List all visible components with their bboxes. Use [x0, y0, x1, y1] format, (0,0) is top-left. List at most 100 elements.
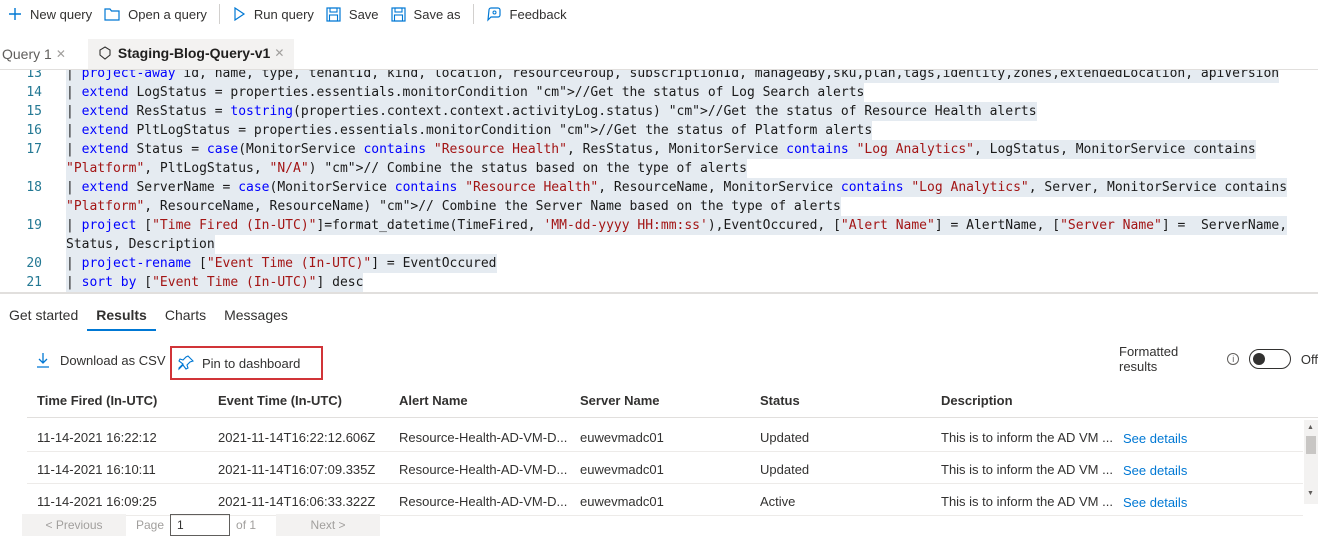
- toolbar-divider: [472, 4, 474, 24]
- line-number: 18: [26, 180, 42, 195]
- page-label: Page: [136, 518, 165, 532]
- scroll-down-icon[interactable]: ▼: [1307, 490, 1314, 497]
- code-text: | extend LogStatus = properties.essentia…: [66, 83, 865, 102]
- tab-get-started[interactable]: Get started: [0, 297, 87, 331]
- new-query-button[interactable]: New query: [2, 1, 98, 27]
- table-row[interactable]: 11-14-2021 16:22:12 2021-11-14T16:22:12.…: [27, 420, 1303, 452]
- pin-to-dashboard-button[interactable]: Pin to dashboard: [170, 346, 323, 380]
- see-details-link[interactable]: See details: [1123, 495, 1187, 510]
- tab-messages[interactable]: Messages: [215, 297, 297, 331]
- column-header[interactable]: Time Fired (In-UTC): [37, 393, 157, 408]
- previous-page-button[interactable]: < Previous: [22, 514, 126, 536]
- line-number: 19: [26, 218, 42, 233]
- line-number: 15: [26, 104, 42, 119]
- open-query-button[interactable]: Open a query: [98, 1, 213, 27]
- save-label: Save: [348, 6, 379, 22]
- query-editor[interactable]: 13 | project-away id, name, type, tenantI…: [0, 70, 1318, 292]
- time-fired-cell: 11-14-2021 16:09:25: [37, 494, 157, 509]
- results-scrollbar[interactable]: ▲ ▼: [1304, 420, 1318, 504]
- code-line[interactable]: 15 | extend ResStatus = tostring(properti…: [0, 102, 1318, 121]
- code-line[interactable]: "Platform", PltLogStatus, "N/A") "cm">//…: [0, 159, 1318, 178]
- page-count-label: of 1: [236, 518, 257, 532]
- save-as-button[interactable]: Save as: [385, 1, 467, 27]
- scroll-up-icon[interactable]: ▲: [1307, 424, 1314, 431]
- status-cell: Updated: [760, 462, 810, 477]
- code-text: | project-rename ["Event Time (In-UTC)"]…: [66, 254, 497, 273]
- code-line[interactable]: 17 | extend Status = case(MonitorService …: [0, 140, 1318, 159]
- feedback-button[interactable]: Feedback: [480, 1, 573, 27]
- download-csv-button[interactable]: Download as CSV: [36, 352, 166, 368]
- column-header[interactable]: Server Name: [580, 393, 660, 408]
- formatted-results-toggle[interactable]: [1249, 349, 1291, 369]
- tab-query-1[interactable]: Query 1 ✕: [0, 39, 74, 69]
- code-line[interactable]: Status, Description: [0, 235, 1318, 254]
- open-query-label: Open a query: [128, 6, 207, 22]
- tab-label: Staging-Blog-Query-v1: [117, 45, 271, 61]
- tab-results[interactable]: Results: [87, 297, 156, 331]
- splitter[interactable]: [0, 292, 1318, 294]
- results-tabs: Get started Results Charts Messages: [0, 296, 297, 332]
- column-header[interactable]: Description: [941, 393, 1013, 408]
- page-select[interactable]: 1: [170, 514, 231, 536]
- line-number: 20: [26, 256, 42, 271]
- code-line[interactable]: 14 | extend LogStatus = properties.essent…: [0, 83, 1318, 102]
- server-name-cell: euwevmadc01: [580, 494, 664, 509]
- folder-icon: [104, 8, 120, 21]
- shared-query-icon: [99, 46, 111, 60]
- code-text: | extend ResStatus = tostring(properties…: [66, 102, 1037, 121]
- table-header: Time Fired (In-UTC) Event Time (In-UTC) …: [27, 386, 1318, 418]
- download-csv-label: Download as CSV: [60, 352, 166, 368]
- tab-charts[interactable]: Charts: [156, 297, 215, 331]
- code-text: | extend ServerName = case(MonitorServic…: [66, 178, 1288, 197]
- query-tabs: Query 1 ✕ Staging-Blog-Query-v1 ✕: [0, 38, 1318, 70]
- code-line[interactable]: 21 | sort by ["Event Time (In-UTC)"] desc: [0, 273, 1318, 292]
- see-details-link[interactable]: See details: [1123, 463, 1187, 478]
- server-name-cell: euwevmadc01: [580, 462, 664, 477]
- close-icon[interactable]: ✕: [274, 46, 284, 60]
- save-as-icon: [390, 6, 406, 22]
- alert-name-cell: Resource-Health-AD-VM-D...: [399, 430, 568, 445]
- code-text: | extend PltLogStatus = properties.essen…: [66, 121, 873, 140]
- code-text: "Platform", ResourceName, ResourceName) …: [66, 197, 841, 216]
- info-icon[interactable]: i: [1227, 353, 1240, 365]
- tab-label: Query 1: [2, 46, 52, 62]
- status-cell: Updated: [760, 430, 810, 445]
- download-icon: [37, 353, 49, 368]
- column-header[interactable]: Alert Name: [399, 393, 468, 408]
- page-select-value: 1: [177, 518, 184, 532]
- description-cell: This is to inform the AD VM ...: [941, 430, 1113, 445]
- code-line[interactable]: 18 | extend ServerName = case(MonitorServ…: [0, 178, 1318, 197]
- code-line[interactable]: "Platform", ResourceName, ResourceName) …: [0, 197, 1318, 216]
- play-icon: [234, 7, 246, 21]
- table-row[interactable]: 11-14-2021 16:10:11 2021-11-14T16:07:09.…: [27, 452, 1303, 484]
- save-button[interactable]: Save: [320, 1, 385, 27]
- column-header[interactable]: Status: [760, 393, 800, 408]
- pin-icon: [178, 355, 194, 371]
- toggle-state-label: Off: [1300, 351, 1318, 367]
- run-query-button[interactable]: Run query: [226, 1, 320, 27]
- scroll-thumb[interactable]: [1306, 436, 1316, 454]
- code-line[interactable]: 16 | extend PltLogStatus = properties.ess…: [0, 121, 1318, 140]
- description-cell: This is to inform the AD VM ...: [941, 494, 1113, 509]
- alert-name-cell: Resource-Health-AD-VM-D...: [399, 462, 568, 477]
- formatted-results-control: Formatted results i Off: [1119, 344, 1318, 374]
- code-line[interactable]: 19 | project ["Time Fired (In-UTC)"]=form…: [0, 216, 1318, 235]
- toggle-knob: [1253, 353, 1266, 365]
- line-number: 16: [26, 123, 42, 138]
- code-line[interactable]: 13 | project-away id, name, type, tenantI…: [0, 70, 1318, 83]
- next-page-button[interactable]: Next >: [276, 514, 381, 536]
- table-row[interactable]: 11-14-2021 16:09:25 2021-11-14T16:06:33.…: [27, 484, 1303, 516]
- plus-icon: [9, 8, 21, 20]
- line-number: 21: [26, 275, 42, 290]
- code-text: | project ["Time Fired (In-UTC)"]=format…: [66, 216, 1288, 235]
- event-time-cell: 2021-11-14T16:22:12.606Z: [218, 430, 376, 445]
- alert-name-cell: Resource-Health-AD-VM-D...: [399, 494, 568, 509]
- pin-to-dashboard-label: Pin to dashboard: [202, 355, 301, 371]
- tab-staging-blog-query[interactable]: Staging-Blog-Query-v1 ✕: [87, 39, 295, 69]
- time-fired-cell: 11-14-2021 16:10:11: [37, 462, 156, 477]
- column-header[interactable]: Event Time (In-UTC): [218, 393, 342, 408]
- close-icon[interactable]: ✕: [56, 47, 66, 61]
- see-details-link[interactable]: See details: [1123, 431, 1187, 446]
- code-line[interactable]: 20 | project-rename ["Event Time (In-UTC)…: [0, 254, 1318, 273]
- server-name-cell: euwevmadc01: [580, 430, 664, 445]
